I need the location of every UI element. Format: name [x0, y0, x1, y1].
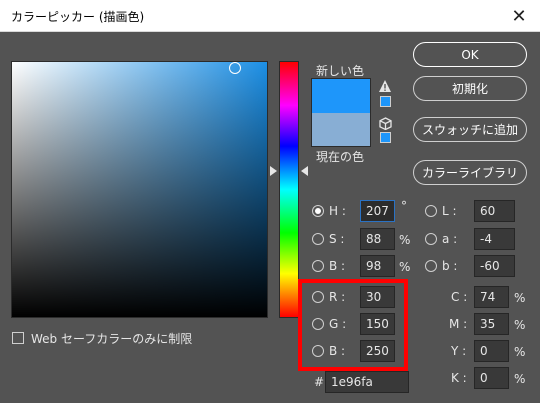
label-c: C :	[451, 290, 468, 304]
warning-triangle-icon[interactable]	[378, 79, 392, 93]
color-libraries-button[interactable]: カラーライブラリ	[413, 160, 527, 185]
unit-k: %	[514, 372, 526, 386]
title-bar: カラーピッカー (描画色) ✕	[0, 0, 540, 32]
label-l: L :	[442, 204, 457, 218]
web-only-label: Web セーフカラーのみに制限	[31, 332, 193, 346]
add-swatch-button[interactable]: スウォッチに追加	[413, 117, 527, 142]
hex-label: #	[314, 375, 325, 389]
radio-b[interactable]	[312, 260, 324, 272]
label-a: a :	[442, 232, 458, 246]
cube-icon[interactable]	[379, 117, 392, 130]
highlight-box	[298, 279, 408, 371]
unit-y: %	[514, 345, 526, 359]
color-field[interactable]	[11, 61, 268, 318]
new-color-swatch	[311, 78, 371, 113]
hue-slider[interactable]	[279, 61, 299, 318]
input-l[interactable]: 60	[474, 200, 515, 222]
input-y[interactable]: 0	[474, 340, 509, 362]
input-c[interactable]: 74	[474, 286, 509, 308]
color-field-picker[interactable]	[229, 62, 241, 74]
reset-button[interactable]: 初期化	[413, 76, 527, 101]
label-m: M :	[449, 317, 468, 331]
ok-button[interactable]: OK	[413, 42, 527, 67]
unit-h: °	[401, 199, 407, 213]
radio-lab-b[interactable]	[425, 260, 437, 272]
web-safe-swatch[interactable]	[380, 132, 391, 143]
hue-slider-handle-left[interactable]	[270, 166, 277, 176]
input-s[interactable]: 88	[360, 228, 395, 250]
radio-a[interactable]	[425, 233, 437, 245]
gamut-warning-swatch[interactable]	[380, 96, 391, 107]
hue-slider-handle-right[interactable]	[301, 166, 308, 176]
close-icon[interactable]: ✕	[506, 3, 532, 29]
input-k[interactable]: 0	[474, 367, 509, 389]
web-only-checkbox[interactable]	[12, 332, 24, 344]
input-lab-b[interactable]: -60	[474, 255, 515, 277]
current-color-swatch[interactable]	[311, 113, 371, 147]
new-color-label: 新しい色	[316, 64, 365, 78]
hex-input[interactable]: 1e96fa	[325, 371, 409, 393]
radio-s[interactable]	[312, 233, 324, 245]
label-k: K :	[451, 371, 467, 385]
current-color-label: 現在の色	[316, 150, 365, 164]
label-lab-b: b :	[442, 259, 458, 273]
unit-m: %	[514, 318, 526, 332]
window-title: カラーピッカー (描画色)	[11, 10, 145, 24]
unit-b: %	[399, 260, 411, 274]
radio-h[interactable]	[312, 205, 324, 217]
unit-c: %	[514, 291, 526, 305]
label-y: Y :	[451, 344, 467, 358]
label-h: H :	[329, 204, 346, 218]
input-h[interactable]: 207	[360, 200, 395, 222]
input-a[interactable]: -4	[474, 228, 515, 250]
label-b: B :	[329, 259, 346, 273]
label-s: S :	[329, 232, 345, 246]
unit-s: %	[399, 233, 411, 247]
input-m[interactable]: 35	[474, 313, 509, 335]
input-b[interactable]: 98	[360, 255, 395, 277]
radio-l[interactable]	[425, 205, 437, 217]
